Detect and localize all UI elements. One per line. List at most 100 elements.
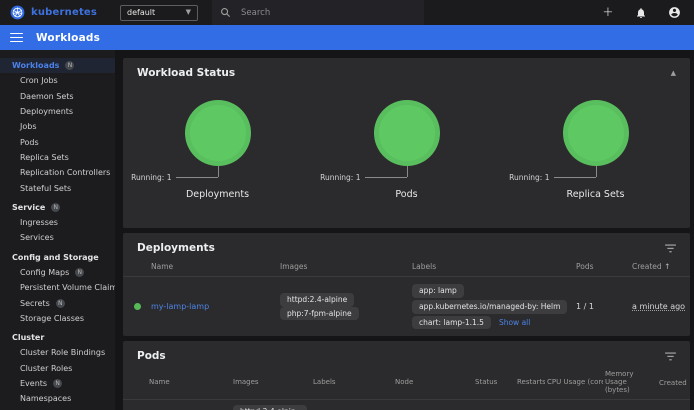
status-column-header bbox=[123, 258, 149, 277]
chart-label-deployments: Deployments bbox=[123, 189, 312, 200]
pods-card: Pods Name Images Labels Node Stat bbox=[123, 341, 690, 410]
page-title: Workloads bbox=[36, 32, 100, 44]
pods-pie-chart: Running: 1 Pods bbox=[312, 86, 501, 212]
label-chip: app: lamp bbox=[412, 284, 464, 298]
deployments-card: Deployments Name Images Labels Pods bbox=[123, 233, 690, 336]
sidebar-item-service[interactable]: Service N bbox=[0, 200, 115, 215]
sidebar-item-network-policies[interactable]: Network Policies N bbox=[0, 407, 115, 410]
label-chip: chart: lamp-1.1.5 bbox=[412, 316, 491, 330]
namespaced-badge: N bbox=[75, 268, 84, 277]
image-chip: httpd:2.4-alpine bbox=[233, 405, 307, 410]
create-resource-button[interactable]: + bbox=[600, 5, 616, 21]
search-input[interactable] bbox=[241, 8, 401, 18]
sidebar-item-cluster-roles[interactable]: Cluster Roles bbox=[0, 361, 115, 376]
cpu-usage-cell: - bbox=[545, 400, 603, 410]
sidebar-item-persistent-volume-claims[interactable]: Persistent Volume Claims N bbox=[0, 280, 115, 295]
column-header-name[interactable]: Name bbox=[149, 258, 278, 277]
namespaced-badge: N bbox=[56, 299, 65, 308]
column-header-status[interactable]: Status bbox=[473, 366, 515, 400]
column-header-created[interactable]: Created ↑ bbox=[657, 366, 690, 400]
column-header-labels[interactable]: Labels bbox=[410, 258, 574, 277]
kubernetes-brand[interactable]: kubernetes bbox=[10, 5, 114, 20]
status-column-header bbox=[123, 366, 147, 400]
sidebar-item-namespaces[interactable]: Namespaces bbox=[0, 391, 115, 406]
account-button[interactable] bbox=[666, 5, 682, 21]
sidebar-item-stateful-sets[interactable]: Stateful Sets bbox=[0, 180, 115, 195]
sidebar-item-deployments[interactable]: Deployments bbox=[0, 104, 115, 119]
brand-name: kubernetes bbox=[31, 7, 97, 18]
app-bar: Workloads bbox=[0, 25, 694, 50]
deployment-row: my-lamp-lamp httpd:2.4-alpine php:7-fpm-… bbox=[123, 277, 690, 337]
sidebar-item-ingresses[interactable]: Ingresses bbox=[0, 215, 115, 230]
memory-usage-cell: - bbox=[603, 400, 657, 410]
chart-label-pods: Pods bbox=[312, 189, 501, 200]
sidebar-item-replica-sets[interactable]: Replica Sets bbox=[0, 150, 115, 165]
sidebar-section-cluster: Cluster bbox=[0, 330, 115, 345]
menu-button[interactable] bbox=[10, 33, 23, 43]
deployments-pie-chart: Running: 1 Deployments bbox=[123, 86, 312, 212]
pods-title: Pods bbox=[137, 350, 166, 362]
sidebar-item-cluster-role-bindings[interactable]: Cluster Role Bindings bbox=[0, 345, 115, 360]
chevron-down-icon: ▼ bbox=[186, 9, 191, 16]
sort-ascending-icon: ↑ bbox=[664, 262, 670, 271]
label-chip: app.kubernetes.io/managed-by: Helm bbox=[412, 300, 567, 314]
workload-status-card: Workload Status ▲ Running: 1 Deployments… bbox=[123, 58, 690, 228]
bell-icon bbox=[635, 7, 647, 19]
deployment-name-link[interactable]: my-lamp-lamp bbox=[151, 302, 209, 311]
sidebar-item-config-maps[interactable]: Config Maps N bbox=[0, 265, 115, 280]
image-chip: httpd:2.4-alpine bbox=[280, 293, 354, 307]
namespace-value: default bbox=[127, 8, 155, 17]
image-chip: php:7-fpm-alpine bbox=[280, 307, 359, 321]
column-header-images[interactable]: Images bbox=[231, 366, 311, 400]
pie-running-replica-sets bbox=[563, 100, 629, 166]
sidebar-item-replication-controllers[interactable]: Replication Controllers bbox=[0, 165, 115, 180]
namespaced-badge: N bbox=[53, 379, 62, 388]
filter-icon[interactable] bbox=[665, 352, 676, 361]
sidebar-item-workloads[interactable]: Workloads N bbox=[0, 58, 115, 73]
deployments-title: Deployments bbox=[137, 242, 215, 254]
column-header-restarts[interactable]: Restarts bbox=[515, 366, 545, 400]
chart-label-replica-sets: Replica Sets bbox=[501, 189, 690, 200]
legend-running-count: Running: 1 bbox=[131, 173, 171, 182]
pods-count-cell: 1 / 1 bbox=[574, 277, 630, 337]
column-header-pods[interactable]: Pods bbox=[574, 258, 630, 277]
status-ok-icon bbox=[134, 303, 141, 310]
column-header-labels[interactable]: Labels bbox=[311, 366, 393, 400]
column-header-memory[interactable]: Memory Usage (bytes) bbox=[603, 366, 657, 400]
collapse-card-button[interactable]: ▲ bbox=[671, 69, 676, 77]
top-bar: kubernetes default ▼ + bbox=[0, 0, 694, 25]
search-box[interactable] bbox=[212, 0, 424, 25]
column-header-created[interactable]: Created ↑ bbox=[630, 258, 690, 277]
search-icon bbox=[220, 7, 231, 18]
notifications-button[interactable] bbox=[633, 5, 649, 21]
sidebar-item-secrets[interactable]: Secrets N bbox=[0, 295, 115, 310]
pie-running-deployments bbox=[185, 100, 251, 166]
sidebar-item-daemon-sets[interactable]: Daemon Sets bbox=[0, 89, 115, 104]
created-ago-cell: a minute ago bbox=[632, 302, 686, 311]
legend-running-count: Running: 1 bbox=[320, 173, 360, 182]
sidebar-item-pods[interactable]: Pods bbox=[0, 134, 115, 149]
sidebar-item-events[interactable]: Events N bbox=[0, 376, 115, 391]
column-header-cpu[interactable]: CPU Usage (cores) bbox=[545, 366, 603, 400]
legend-running-count: Running: 1 bbox=[509, 173, 549, 182]
namespaced-badge: N bbox=[51, 203, 60, 212]
restarts-cell: 0 bbox=[515, 400, 545, 410]
sort-ascending-icon: ↑ bbox=[689, 378, 690, 387]
filter-icon[interactable] bbox=[665, 244, 676, 253]
column-header-node[interactable]: Node bbox=[393, 366, 473, 400]
content-area: Workload Status ▲ Running: 1 Deployments… bbox=[115, 50, 694, 410]
node-cell: lke55127-86393-622f8d09399a bbox=[393, 400, 473, 410]
sidebar-item-services[interactable]: Services bbox=[0, 230, 115, 245]
namespace-selector[interactable]: default ▼ bbox=[120, 5, 198, 21]
sidebar: Workloads N Cron Jobs Daemon Sets Deploy… bbox=[0, 50, 115, 410]
pie-running-pods bbox=[374, 100, 440, 166]
pod-row: my-lamp-lamp-5fd985cf68-jwvz4 httpd:2.4-… bbox=[123, 400, 690, 410]
sidebar-item-cron-jobs[interactable]: Cron Jobs bbox=[0, 73, 115, 88]
sidebar-section-config-and-storage: Config and Storage bbox=[0, 250, 115, 265]
sidebar-item-jobs[interactable]: Jobs bbox=[0, 119, 115, 134]
replica-sets-pie-chart: Running: 1 Replica Sets bbox=[501, 86, 690, 212]
column-header-name[interactable]: Name bbox=[147, 366, 231, 400]
sidebar-item-storage-classes[interactable]: Storage Classes bbox=[0, 311, 115, 326]
column-header-images[interactable]: Images bbox=[278, 258, 410, 277]
show-all-labels-link[interactable]: Show all bbox=[499, 318, 530, 327]
